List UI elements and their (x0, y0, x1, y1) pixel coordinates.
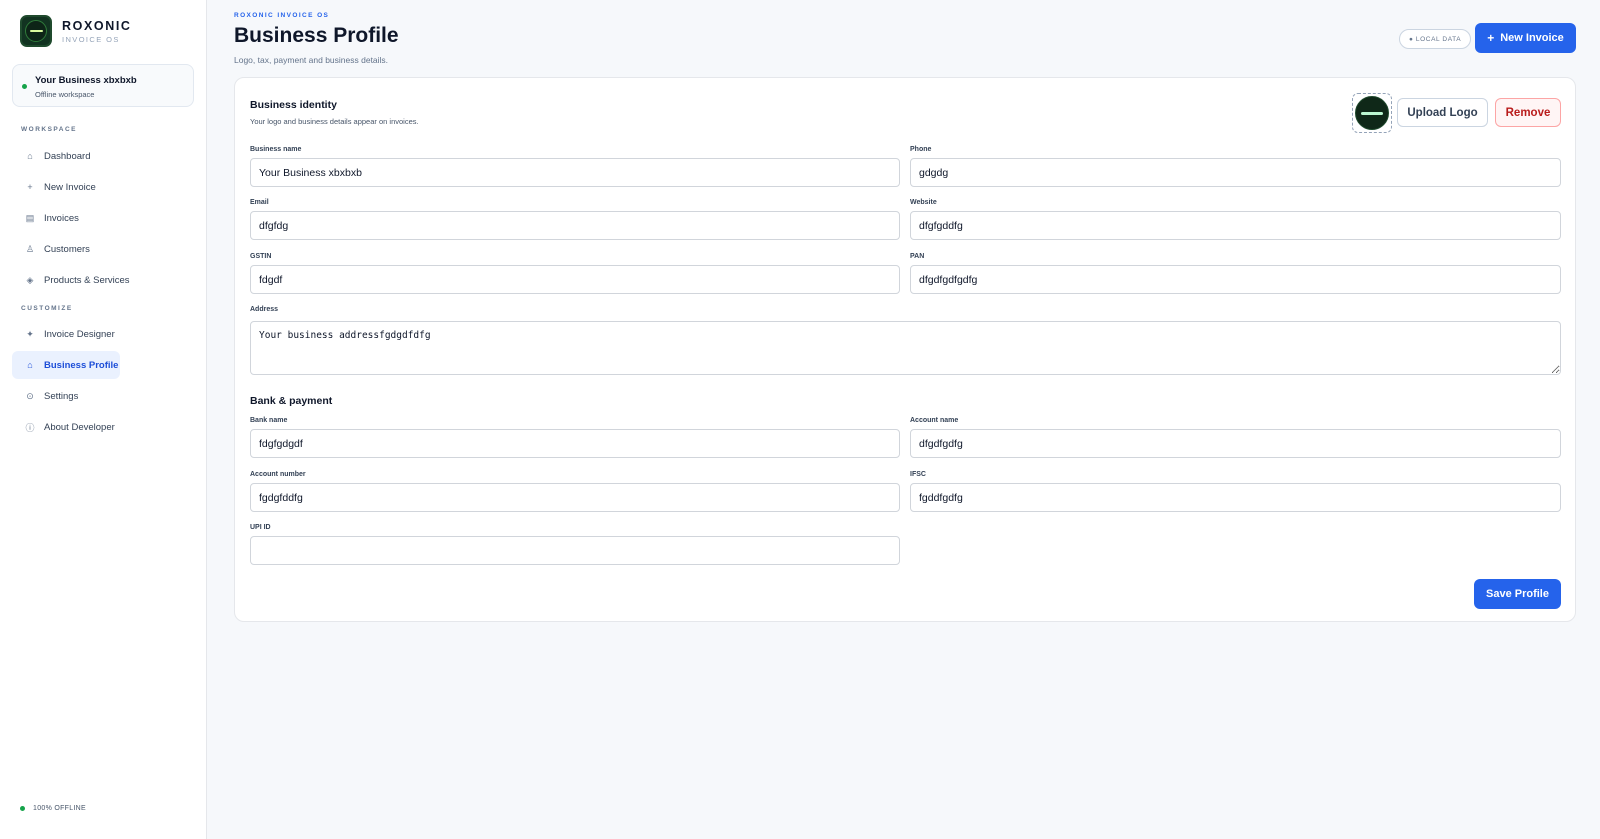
sidebar-item-settings[interactable]: ⊙ Settings (12, 382, 120, 410)
sidebar-item-customers[interactable]: ♙ Customers (12, 235, 120, 263)
sidebar-item-label: New Invoice (44, 181, 96, 193)
sidebar-item-label: Customers (44, 243, 90, 255)
new-invoice-button[interactable]: + New Invoice (1475, 23, 1576, 53)
account-number-label: Account number (250, 471, 306, 478)
address-label: Address (250, 306, 279, 313)
email-input[interactable] (250, 211, 900, 240)
sidebar-item-label: Settings (44, 390, 79, 402)
page-title: Business Profile (234, 24, 399, 47)
account-number-input[interactable] (250, 483, 900, 512)
remove-logo-button[interactable]: Remove (1495, 98, 1561, 127)
user-icon: ♙ (25, 243, 35, 254)
plus-icon: + (27, 182, 33, 192)
page-eyebrow: ROXONIC INVOICE OS (234, 12, 330, 19)
sidebar-item-label: Dashboard (44, 150, 91, 162)
online-status-dot (22, 84, 27, 89)
business-switcher[interactable]: Your Business xbxbxb Offline workspace (12, 64, 194, 107)
business-name-label: Your Business xbxbxb (35, 75, 137, 86)
sidebar-item-products-services[interactable]: ◈ Products & Services (12, 266, 162, 294)
sidebar-item-new-invoice[interactable]: + New Invoice (12, 173, 120, 201)
sidebar-item-dashboard[interactable]: ⌂ Dashboard (12, 142, 120, 170)
website-input[interactable] (910, 211, 1561, 240)
sidebar-item-label: Invoice Designer (44, 328, 115, 340)
business-name-label: Business name (250, 146, 302, 153)
info-icon: ⓘ (25, 422, 35, 433)
bank-name-label: Bank name (250, 417, 288, 424)
business-name-input[interactable] (250, 158, 900, 187)
bank-name-input[interactable] (250, 429, 900, 458)
pan-label: PAN (910, 253, 925, 260)
phone-input[interactable] (910, 158, 1561, 187)
account-name-label: Account name (910, 417, 959, 424)
sidebar-item-invoice-designer[interactable]: ✦ Invoice Designer (12, 320, 120, 348)
identity-section-subtitle: Your logo and business details appear on… (250, 117, 419, 126)
workspace-status: Offline workspace (35, 90, 95, 99)
roxonic-logo-icon (1355, 96, 1389, 130)
pan-input[interactable] (910, 265, 1561, 294)
sidebar-item-about-developer[interactable]: ⓘ About Developer (12, 413, 142, 441)
offline-status: 100% OFFLINE (20, 805, 86, 812)
home-icon: ⌂ (27, 360, 33, 370)
sidebar-item-label: About Developer (44, 421, 115, 433)
ifsc-input[interactable] (910, 483, 1561, 512)
brand[interactable]: ROXONIC INVOICE OS (20, 15, 132, 47)
home-icon: ⌂ (27, 151, 33, 161)
gear-icon: ⊙ (26, 390, 34, 401)
roxonic-logo-icon (20, 15, 52, 47)
sidebar-item-invoices[interactable]: ▤ Invoices (12, 204, 120, 232)
page-subtitle: Logo, tax, payment and business details. (234, 55, 389, 65)
plus-icon: + (1487, 31, 1495, 45)
sparkle-icon: ✦ (26, 328, 34, 339)
save-profile-button[interactable]: Save Profile (1474, 579, 1561, 609)
website-label: Website (910, 199, 937, 206)
local-data-badge: ● LOCAL DATA (1399, 29, 1472, 49)
sidebar-item-business-profile[interactable]: ⌂ Business Profile (12, 351, 120, 379)
sidebar: ROXONIC INVOICE OS Your Business xbxbxb … (0, 0, 207, 839)
sidebar-item-label: Products & Services (44, 274, 130, 286)
identity-section-title: Business identity (250, 99, 337, 111)
box-icon: ◈ (26, 274, 34, 285)
list-icon: ▤ (25, 212, 35, 223)
bank-section-title: Bank & payment (250, 395, 333, 407)
gstin-label: GSTIN (250, 253, 272, 260)
address-textarea[interactable]: Your business addressfgdgdfdfg (250, 321, 1561, 375)
email-label: Email (250, 199, 269, 206)
brand-subtitle: INVOICE OS (62, 34, 120, 44)
nav-section-customize: CUSTOMIZE (21, 305, 73, 312)
phone-label: Phone (910, 146, 932, 153)
sidebar-item-label: Invoices (44, 212, 79, 224)
business-logo-preview (1352, 93, 1392, 133)
business-profile-card: Business identity Your logo and business… (234, 77, 1576, 622)
sidebar-item-label: Business Profile (44, 359, 119, 371)
ifsc-label: IFSC (910, 471, 926, 478)
brand-name: ROXONIC (62, 18, 132, 33)
new-invoice-label: New Invoice (1500, 32, 1564, 44)
gstin-input[interactable] (250, 265, 900, 294)
nav-section-workspace: WORKSPACE (21, 126, 77, 133)
online-status-dot (20, 806, 25, 811)
upi-id-label: UPI ID (250, 524, 271, 531)
upload-logo-button[interactable]: Upload Logo (1397, 98, 1488, 127)
offline-status-label: 100% OFFLINE (33, 805, 87, 812)
account-name-input[interactable] (910, 429, 1561, 458)
upi-id-input[interactable] (250, 536, 900, 565)
